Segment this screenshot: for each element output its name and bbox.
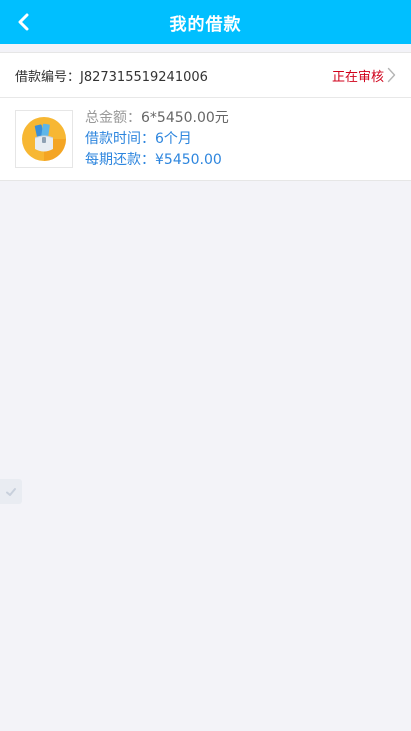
top-nav-bar: 我的借款 — [0, 0, 411, 44]
status-link[interactable]: 正在审核 — [332, 66, 396, 85]
chevron-left-icon — [18, 13, 29, 31]
product-thumbnail — [15, 110, 73, 168]
back-button[interactable] — [10, 8, 38, 36]
floating-side-tab[interactable] — [0, 479, 22, 504]
term-value: 6个月 — [155, 130, 192, 147]
loan-detail-row[interactable]: 总金额：6*5450.00元 借款时间：6个月 每期还款：¥5450.00 — [0, 98, 411, 180]
chevron-right-icon — [387, 67, 396, 83]
order-info: 借款编号：J827315519241006 — [15, 66, 208, 85]
loan-term: 借款时间：6个月 — [85, 129, 229, 150]
check-icon — [6, 487, 16, 496]
loan-order-row[interactable]: 借款编号：J827315519241006 正在审核 — [0, 53, 411, 98]
order-number: J827315519241006 — [80, 69, 208, 85]
term-label: 借款时间： — [85, 130, 155, 147]
total-value: 6*5450.00元 — [141, 109, 229, 126]
installment-label: 每期还款： — [85, 151, 155, 168]
status-badge: 正在审核 — [331, 69, 384, 85]
order-label: 借款编号： — [15, 69, 81, 85]
installment-amount: 每期还款：¥5450.00 — [85, 150, 229, 171]
total-amount: 总金额：6*5450.00元 — [85, 108, 229, 129]
money-bag-icon — [22, 117, 66, 161]
loan-info: 总金额：6*5450.00元 借款时间：6个月 每期还款：¥5450.00 — [85, 108, 229, 171]
total-label: 总金额： — [85, 109, 141, 126]
loan-card[interactable]: 借款编号：J827315519241006 正在审核 总金额：6*5450.00… — [0, 52, 411, 181]
page-title: 我的借款 — [169, 14, 242, 35]
installment-value: ¥5450.00 — [155, 151, 222, 168]
